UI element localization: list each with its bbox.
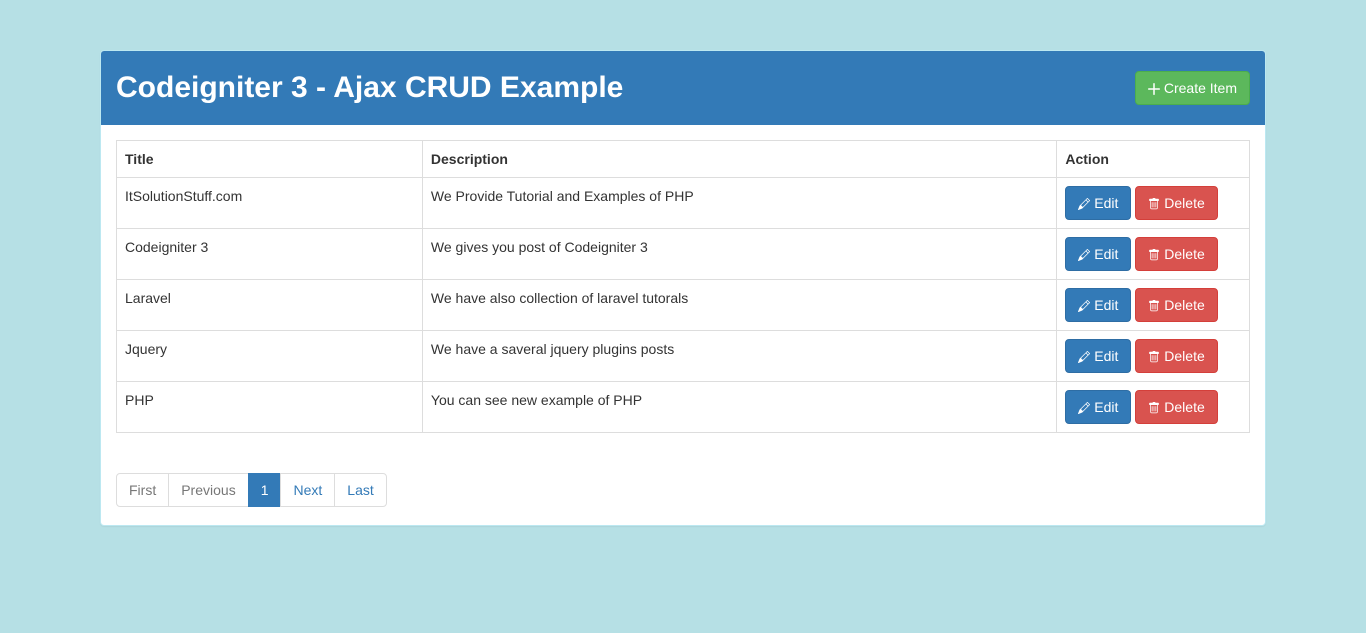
delete-label: Delete xyxy=(1164,399,1204,415)
trash-icon xyxy=(1148,198,1160,210)
cell-action: Edit Delete xyxy=(1057,178,1250,229)
cell-action: Edit Delete xyxy=(1057,382,1250,433)
cell-title: ItSolutionStuff.com xyxy=(117,178,423,229)
delete-label: Delete xyxy=(1164,195,1204,211)
cell-title: Codeigniter 3 xyxy=(117,229,423,280)
edit-button[interactable]: Edit xyxy=(1065,390,1131,424)
cell-description: We have also collection of laravel tutor… xyxy=(422,280,1056,331)
cell-title: Jquery xyxy=(117,331,423,382)
trash-icon xyxy=(1148,351,1160,363)
table-header-row: Title Description Action xyxy=(117,141,1250,178)
delete-button[interactable]: Delete xyxy=(1135,339,1217,373)
pencil-icon xyxy=(1078,198,1090,210)
cell-action: Edit Delete xyxy=(1057,280,1250,331)
plus-icon xyxy=(1148,83,1160,95)
cell-description: You can see new example of PHP xyxy=(422,382,1056,433)
items-table: Title Description Action ItSolutionStuff… xyxy=(116,140,1250,433)
table-row: PHPYou can see new example of PHP Edit D… xyxy=(117,382,1250,433)
edit-label: Edit xyxy=(1094,195,1118,211)
col-header-description: Description xyxy=(422,141,1056,178)
delete-label: Delete xyxy=(1164,297,1204,313)
table-row: JqueryWe have a saveral jquery plugins p… xyxy=(117,331,1250,382)
edit-label: Edit xyxy=(1094,348,1118,364)
pagination: First Previous 1 Next Last xyxy=(116,473,387,507)
col-header-action: Action xyxy=(1057,141,1250,178)
edit-button[interactable]: Edit xyxy=(1065,339,1131,373)
pencil-icon xyxy=(1078,351,1090,363)
delete-button[interactable]: Delete xyxy=(1135,237,1217,271)
edit-button[interactable]: Edit xyxy=(1065,288,1131,322)
cell-title: PHP xyxy=(117,382,423,433)
trash-icon xyxy=(1148,249,1160,261)
pencil-icon xyxy=(1078,300,1090,312)
trash-icon xyxy=(1148,300,1160,312)
delete-label: Delete xyxy=(1164,348,1204,364)
delete-button[interactable]: Delete xyxy=(1135,288,1217,322)
table-row: LaravelWe have also collection of larave… xyxy=(117,280,1250,331)
cell-action: Edit Delete xyxy=(1057,229,1250,280)
create-item-button[interactable]: Create Item xyxy=(1135,71,1250,105)
edit-button[interactable]: Edit xyxy=(1065,186,1131,220)
delete-button[interactable]: Delete xyxy=(1135,390,1217,424)
cell-description: We Provide Tutorial and Examples of PHP xyxy=(422,178,1056,229)
cell-description: We have a saveral jquery plugins posts xyxy=(422,331,1056,382)
edit-label: Edit xyxy=(1094,246,1118,262)
edit-button[interactable]: Edit xyxy=(1065,237,1131,271)
edit-label: Edit xyxy=(1094,297,1118,313)
col-header-title: Title xyxy=(117,141,423,178)
panel-heading: Codeigniter 3 - Ajax CRUD Example Create… xyxy=(101,51,1265,125)
pencil-icon xyxy=(1078,249,1090,261)
edit-label: Edit xyxy=(1094,399,1118,415)
panel-body: Title Description Action ItSolutionStuff… xyxy=(101,125,1265,525)
delete-button[interactable]: Delete xyxy=(1135,186,1217,220)
page-title: Codeigniter 3 - Ajax CRUD Example xyxy=(116,71,623,105)
delete-label: Delete xyxy=(1164,246,1204,262)
cell-action: Edit Delete xyxy=(1057,331,1250,382)
table-row: ItSolutionStuff.comWe Provide Tutorial a… xyxy=(117,178,1250,229)
trash-icon xyxy=(1148,402,1160,414)
table-row: Codeigniter 3We gives you post of Codeig… xyxy=(117,229,1250,280)
create-item-label: Create Item xyxy=(1164,80,1237,96)
pencil-icon xyxy=(1078,402,1090,414)
main-panel: Codeigniter 3 - Ajax CRUD Example Create… xyxy=(100,50,1266,526)
cell-title: Laravel xyxy=(117,280,423,331)
cell-description: We gives you post of Codeigniter 3 xyxy=(422,229,1056,280)
